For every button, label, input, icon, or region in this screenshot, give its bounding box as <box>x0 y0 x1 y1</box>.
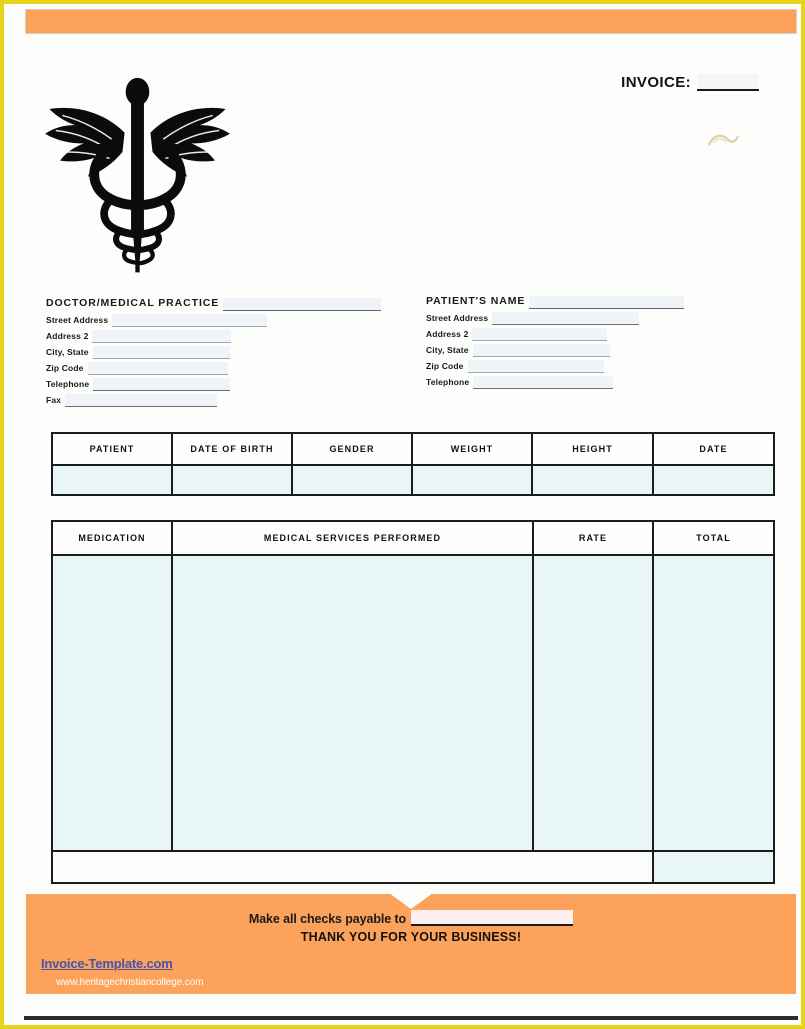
patient-name-row[interactable]: PATIENT'S NAME <box>426 294 726 309</box>
table-row[interactable] <box>51 554 775 852</box>
doctor-street-label: Street Address <box>46 315 109 325</box>
bottom-divider <box>24 1016 798 1020</box>
col-date-of-birth: DATE OF BIRTH <box>171 432 293 466</box>
total-amount-cell[interactable] <box>652 850 775 884</box>
patient-info-table: PATIENT DATE OF BIRTH GENDER WEIGHT HEIG… <box>51 432 775 496</box>
services-table-header-row: MEDICATION MEDICAL SERVICES PERFORMED RA… <box>51 520 775 556</box>
footer-notch <box>389 893 433 909</box>
doctor-city-state-input[interactable] <box>92 346 230 359</box>
payable-line: Make all checks payable to <box>26 910 796 926</box>
patient-city-state-input[interactable] <box>472 344 610 357</box>
patient-info-block: PATIENT'S NAME Street Address Address 2 … <box>426 294 726 390</box>
cell-total[interactable] <box>652 554 775 852</box>
cell-rate[interactable] <box>532 554 654 852</box>
cell-medication[interactable] <box>51 554 173 852</box>
patient-zip-row[interactable]: Zip Code <box>426 358 726 373</box>
doctor-fax-input[interactable] <box>65 394 218 407</box>
patient-address2-row[interactable]: Address 2 <box>426 326 726 341</box>
col-patient: PATIENT <box>51 432 173 466</box>
cell-date-of-birth[interactable] <box>171 464 293 496</box>
doctor-city-state-label: City, State <box>46 347 89 357</box>
total-label-cell <box>51 850 654 884</box>
doctor-fax-label: Fax <box>46 395 62 405</box>
patient-zip-input[interactable] <box>467 360 604 373</box>
doctor-address2-input[interactable] <box>92 330 232 343</box>
doctor-telephone-row[interactable]: Telephone <box>46 376 396 391</box>
watermark-subtext: www.heritagechristiancollege.com <box>56 977 204 988</box>
doctor-address2-row[interactable]: Address 2 <box>46 328 396 343</box>
cell-date[interactable] <box>652 464 775 496</box>
patient-telephone-label: Telephone <box>426 377 470 387</box>
cell-gender[interactable] <box>291 464 413 496</box>
patient-name-label: PATIENT'S NAME <box>426 295 526 307</box>
doctor-fax-row[interactable]: Fax <box>46 392 396 407</box>
patient-telephone-row[interactable]: Telephone <box>426 374 726 389</box>
doctor-practice-block: DOCTOR/MEDICAL PRACTICE Street Address A… <box>46 296 396 408</box>
doctor-practice-label: DOCTOR/MEDICAL PRACTICE <box>46 297 220 309</box>
col-medical-services: MEDICAL SERVICES PERFORMED <box>171 520 534 556</box>
doctor-practice-input[interactable] <box>223 298 382 311</box>
patient-name-input[interactable] <box>529 296 685 309</box>
patient-city-state-row[interactable]: City, State <box>426 342 726 357</box>
patient-address2-label: Address 2 <box>426 329 469 339</box>
squiggle-mark-icon <box>706 131 740 151</box>
doctor-zip-label: Zip Code <box>46 363 84 373</box>
total-row[interactable] <box>51 850 775 884</box>
cell-weight[interactable] <box>411 464 533 496</box>
patient-street-label: Street Address <box>426 313 489 323</box>
cell-patient[interactable] <box>51 464 173 496</box>
table-row[interactable] <box>51 464 775 496</box>
col-weight: WEIGHT <box>411 432 533 466</box>
patient-table-header-row: PATIENT DATE OF BIRTH GENDER WEIGHT HEIG… <box>51 432 775 466</box>
invoice-page: INVOICE: DOCTOR/MEDICAL PRACTICE Street … <box>0 0 805 1029</box>
patient-street-row[interactable]: Street Address <box>426 310 726 325</box>
payable-input[interactable] <box>411 910 574 926</box>
header-accent-band <box>26 10 796 33</box>
doctor-street-row[interactable]: Street Address <box>46 312 396 327</box>
col-total: TOTAL <box>652 520 775 556</box>
col-date: DATE <box>652 432 775 466</box>
payable-label: Make all checks payable to <box>248 912 407 926</box>
thank-you-message: THANK YOU FOR YOUR BUSINESS! <box>300 930 522 944</box>
invoice-number-input[interactable] <box>697 74 759 91</box>
doctor-telephone-input[interactable] <box>93 378 231 391</box>
cell-medical-services[interactable] <box>171 554 534 852</box>
col-medication: MEDICATION <box>51 520 173 556</box>
patient-street-input[interactable] <box>492 312 640 325</box>
invoice-number-label: INVOICE: <box>621 74 691 91</box>
patient-address2-input[interactable] <box>472 328 608 341</box>
services-table: MEDICATION MEDICAL SERVICES PERFORMED RA… <box>51 520 775 884</box>
patient-zip-label: Zip Code <box>426 361 464 371</box>
doctor-address2-label: Address 2 <box>46 331 89 341</box>
patient-telephone-input[interactable] <box>473 376 614 389</box>
col-gender: GENDER <box>291 432 413 466</box>
doctor-zip-input[interactable] <box>87 362 228 375</box>
doctor-zip-row[interactable]: Zip Code <box>46 360 396 375</box>
doctor-street-input[interactable] <box>112 314 268 327</box>
cell-height[interactable] <box>531 464 654 496</box>
doctor-telephone-label: Telephone <box>46 379 90 389</box>
invoice-number-field[interactable]: INVOICE: <box>621 74 759 91</box>
patient-city-state-label: City, State <box>426 345 469 355</box>
doctor-city-state-row[interactable]: City, State <box>46 344 396 359</box>
caduceus-icon <box>30 66 245 281</box>
invoice-template-link[interactable]: Invoice-Template.com <box>41 956 173 971</box>
page-sheet: INVOICE: DOCTOR/MEDICAL PRACTICE Street … <box>8 4 801 1025</box>
footer-band: Make all checks payable to THANK YOU FOR… <box>26 893 796 994</box>
col-rate: RATE <box>532 520 654 556</box>
col-height: HEIGHT <box>531 432 654 466</box>
doctor-practice-heading-row[interactable]: DOCTOR/MEDICAL PRACTICE <box>46 296 396 311</box>
